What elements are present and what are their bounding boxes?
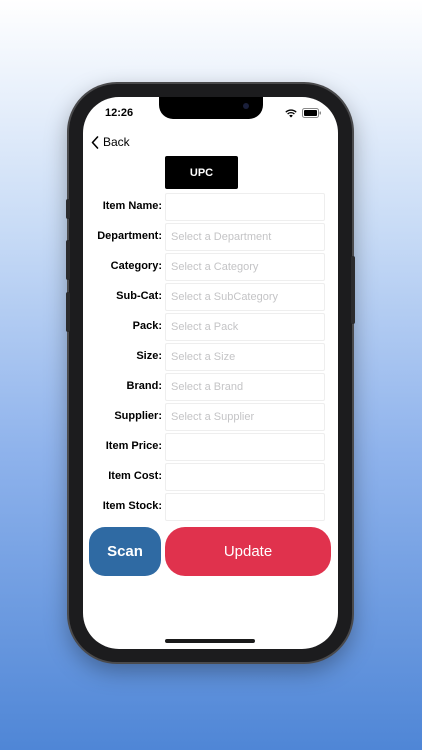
size-label: Size: — [136, 350, 162, 362]
pack-select[interactable]: Select a Pack — [165, 313, 325, 341]
battery-icon — [302, 108, 321, 118]
item-cost-label: Item Cost: — [108, 470, 162, 482]
brand-select[interactable]: Select a Brand — [165, 373, 325, 401]
category-label: Category: — [110, 260, 162, 272]
item-stock-label: Item Stock: — [102, 500, 162, 512]
form-row-brand: Brand: Select a Brand — [83, 373, 338, 401]
form-row-size: Size: Select a Size — [83, 343, 338, 371]
item-price-input[interactable] — [165, 433, 325, 461]
back-button[interactable]: Back — [91, 135, 130, 149]
department-select[interactable]: Select a Department — [165, 223, 325, 251]
form-row-department: Department: Select a Department — [83, 223, 338, 251]
form-row-item-name: Item Name: — [83, 193, 338, 221]
form-row-item-price: Item Price: — [83, 433, 338, 461]
camera-icon — [243, 103, 249, 109]
upc-button-label: UPC — [189, 166, 214, 179]
form-row-item-cost: Item Cost: — [83, 463, 338, 491]
power-button — [351, 256, 355, 324]
notch — [159, 97, 263, 119]
item-cost-input[interactable] — [165, 463, 325, 491]
home-indicator[interactable] — [165, 639, 255, 643]
form-row-supplier: Supplier: Select a Supplier — [83, 403, 338, 431]
sub-cat-label: Sub-Cat: — [116, 290, 162, 302]
scan-button-label: Scan — [107, 543, 143, 560]
scan-button[interactable]: Scan — [89, 527, 161, 576]
app-screen: 12:26 Back UPC Item Name: Department: Se… — [83, 97, 338, 649]
supplier-select[interactable]: Select a Supplier — [165, 403, 325, 431]
category-select[interactable]: Select a Category — [165, 253, 325, 281]
chevron-left-icon — [91, 135, 99, 149]
update-button[interactable]: Update — [165, 527, 331, 576]
back-label: Back — [103, 135, 130, 149]
supplier-label: Supplier: — [114, 410, 162, 422]
size-select[interactable]: Select a Size — [165, 343, 325, 371]
form-row-category: Category: Select a Category — [83, 253, 338, 281]
update-button-label: Update — [223, 543, 273, 560]
status-time: 12:26 — [105, 107, 134, 119]
upc-button[interactable]: UPC — [165, 156, 238, 189]
pack-label: Pack: — [132, 320, 162, 332]
form-row-pack: Pack: Select a Pack — [83, 313, 338, 341]
brand-label: Brand: — [126, 380, 162, 392]
item-price-label: Item Price: — [105, 440, 162, 452]
mute-switch — [66, 199, 70, 219]
wifi-icon — [285, 108, 297, 117]
form-row-item-stock: Item Stock: — [83, 493, 338, 521]
volume-up-button — [66, 240, 70, 280]
item-name-input[interactable] — [165, 193, 325, 221]
sub-cat-select[interactable]: Select a SubCategory — [165, 283, 325, 311]
department-label: Department: — [97, 230, 162, 242]
form-row-sub-cat: Sub-Cat: Select a SubCategory — [83, 283, 338, 311]
volume-down-button — [66, 292, 70, 332]
item-name-label: Item Name: — [102, 200, 162, 212]
status-icons — [285, 108, 322, 118]
item-stock-input[interactable] — [165, 493, 325, 521]
